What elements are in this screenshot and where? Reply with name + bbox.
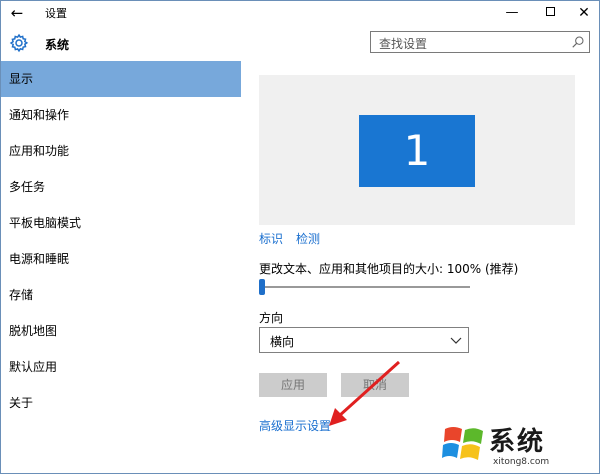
watermark-text: 系统 <box>489 427 546 457</box>
monitor-tile[interactable]: 1 <box>359 115 475 187</box>
scale-slider[interactable] <box>263 286 470 288</box>
close-button[interactable]: ✕ <box>569 1 599 25</box>
search-icon[interactable] <box>571 35 585 49</box>
maximize-button[interactable] <box>535 1 565 25</box>
maximize-icon <box>545 7 555 16</box>
watermark: 系统 xitong8.com <box>431 417 599 473</box>
scale-label: 更改文本、应用和其他项目的大小: 100% (推荐) <box>259 262 519 276</box>
sidebar-item-storage[interactable]: 存储 <box>1 277 241 313</box>
sidebar-item-notifications[interactable]: 通知和操作 <box>1 97 241 133</box>
settings-window: ← 设置 — ✕ 系统 查找设置 显示 通知和操作 应用和功能 多任务 平板电脑… <box>0 0 600 474</box>
display-preview: 1 <box>259 75 575 225</box>
annotation-arrow-icon <box>329 360 401 426</box>
orientation-value: 横向 <box>270 335 295 349</box>
sidebar-item-apps[interactable]: 应用和功能 <box>1 133 241 169</box>
sidebar-item-offline-maps[interactable]: 脱机地图 <box>1 313 241 349</box>
chevron-down-icon <box>450 337 462 344</box>
orientation-select[interactable]: 横向 <box>259 327 469 353</box>
identify-link[interactable]: 标识 <box>259 230 283 247</box>
gear-icon <box>9 33 29 53</box>
sidebar-item-multitasking[interactable]: 多任务 <box>1 169 241 205</box>
detect-link[interactable]: 检测 <box>296 230 320 247</box>
sidebar: 显示 通知和操作 应用和功能 多任务 平板电脑模式 电源和睡眠 存储 脱机地图 … <box>1 61 241 473</box>
sidebar-item-tablet-mode[interactable]: 平板电脑模式 <box>1 205 241 241</box>
sidebar-item-power-sleep[interactable]: 电源和睡眠 <box>1 241 241 277</box>
sidebar-item-about[interactable]: 关于 <box>1 385 241 421</box>
minimize-button[interactable]: — <box>497 1 527 25</box>
section-title: 系统 <box>45 38 70 52</box>
search-input[interactable]: 查找设置 <box>370 31 590 53</box>
sidebar-item-display[interactable]: 显示 <box>1 61 241 97</box>
back-arrow-icon[interactable]: ← <box>7 3 27 23</box>
windows-logo-icon <box>442 427 483 460</box>
window-title: 设置 <box>45 7 67 20</box>
watermark-url: xitong8.com <box>493 457 550 467</box>
title-bar: ← 设置 — ✕ <box>1 1 599 25</box>
scale-slider-thumb[interactable] <box>259 279 265 295</box>
sidebar-item-default-apps[interactable]: 默认应用 <box>1 349 241 385</box>
apply-button[interactable]: 应用 <box>259 373 327 397</box>
orientation-label: 方向 <box>259 311 284 325</box>
search-placeholder: 查找设置 <box>379 37 428 51</box>
